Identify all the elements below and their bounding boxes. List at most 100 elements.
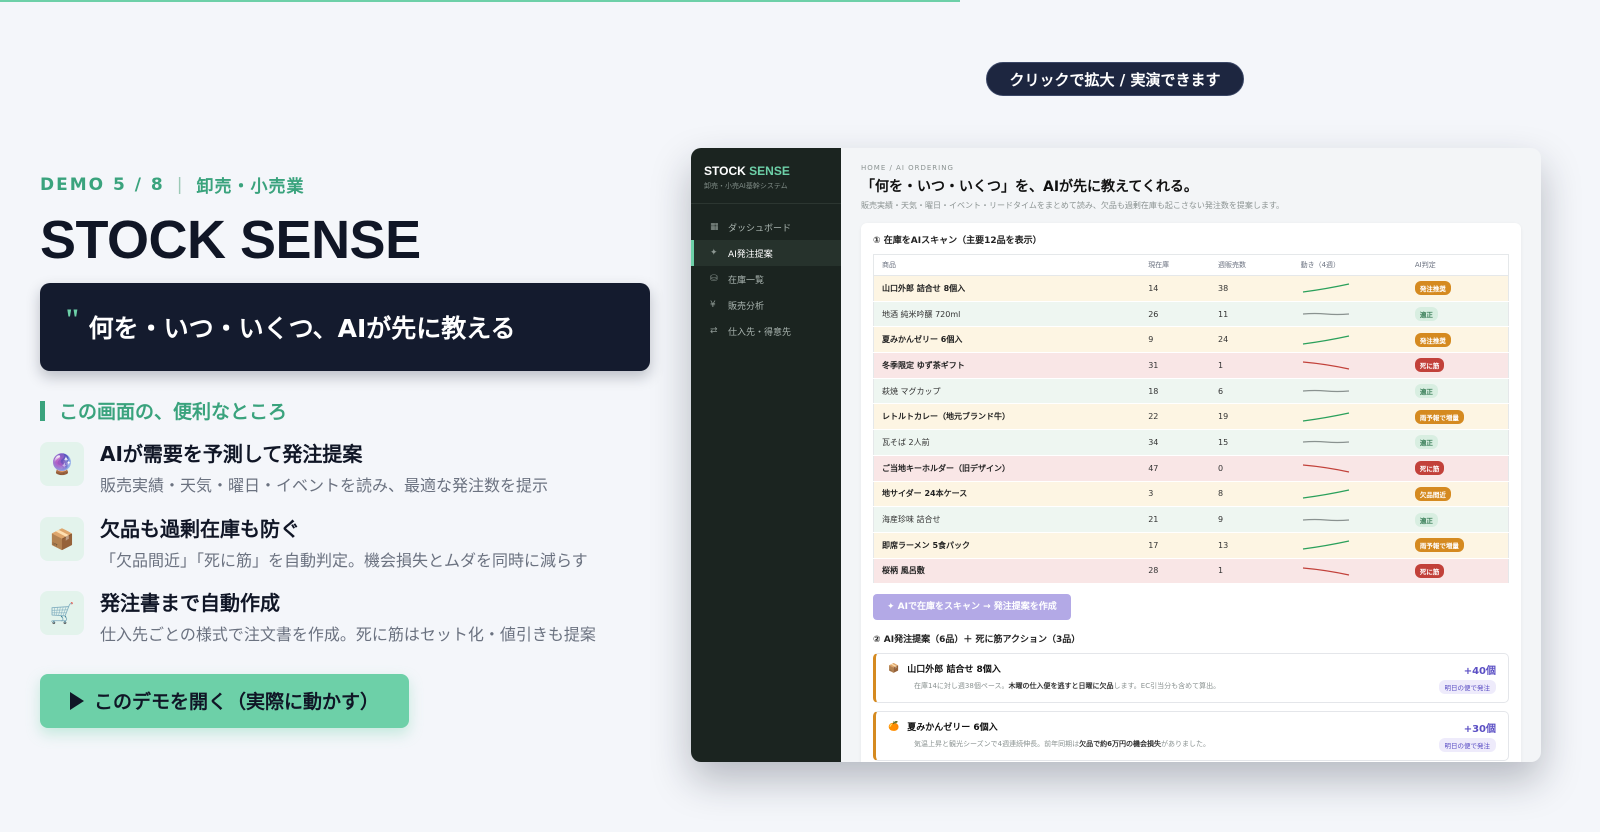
sparkline-path [1302, 335, 1349, 345]
proposal-card[interactable]: 📦 山口外郎 詰合せ 8個入在庫14に対し週38個ペース。木曜の仕入便を逃すと日曜… [873, 653, 1509, 704]
status-badge: 適正 [1414, 384, 1438, 399]
ai-verdict-cell: 適正 [1406, 429, 1509, 456]
stock-count: 21 [1140, 506, 1211, 533]
table-row[interactable]: 瓦そば 2人前 34 15 適正 [873, 429, 1509, 456]
stock-count: 28 [1140, 558, 1211, 585]
feature-desc: 販売実績・天気・曜日・イベントを読み、最適な発注数を提示 [100, 476, 549, 495]
status-badge: 発注推奨 [1414, 332, 1451, 347]
trend-cell [1292, 532, 1407, 559]
section-bar [40, 400, 45, 421]
trend-cell [1292, 275, 1407, 302]
table-row[interactable]: 即席ラーメン 5食パック 17 13 雨予報で増量 [873, 532, 1509, 559]
industry-category: 卸売・小売業 [196, 177, 305, 197]
intro-panel: DEMO 5 / 8 | 卸売・小売業 STOCK SENSE " 何を・いつ・… [40, 172, 650, 728]
product-name: 山口外郎 詰合せ 8個入 [873, 275, 1141, 302]
eyebrow-separator: | [176, 174, 185, 195]
product-name: 即席ラーメン 5食パック [873, 532, 1141, 559]
sparkline-path [1302, 412, 1349, 422]
sparkline-path [1302, 464, 1349, 473]
open-demo-button[interactable]: このデモを開く（実際に動かす） [40, 673, 410, 728]
sidebar-item[interactable]: ▦ ダッシュボード [691, 214, 841, 240]
weekly-sales: 19 [1210, 403, 1293, 431]
order-quantity: +30個 [1463, 724, 1496, 736]
sidebar-divider [691, 203, 841, 204]
feature-desc: 仕入先ごとの様式で注文書を作成。死に筋はセット化・値引きも提案 [100, 625, 596, 645]
ai-verdict-cell: 死に筋 [1406, 352, 1509, 379]
sidebar-item[interactable]: ⛁ 在庫一覧 [691, 266, 841, 292]
nav-icon: ⛁ [710, 274, 718, 284]
column-header: AI判定 [1406, 254, 1509, 276]
status-badge: 死に筋 [1414, 563, 1445, 578]
scan-card: ① 在庫をAIスキャン（主要12品を表示） 商品 現在庫 週販売数 動き（4週） AI判… [861, 223, 1521, 762]
nav-icon: ✦ [710, 248, 718, 258]
stock-count: 26 [1140, 301, 1211, 328]
play-icon [70, 691, 84, 710]
proposal-name-row: 📦 山口外郎 詰合せ 8個入 [888, 662, 1496, 676]
box-icon: 📦 [888, 663, 900, 674]
table-row[interactable]: ご当地キーホルダー（旧デザイン） 47 0 死に筋 [873, 455, 1509, 482]
trend-cell [1292, 481, 1407, 508]
table-row[interactable]: 地サイダー 24本ケース 3 8 欠品間近 [873, 481, 1509, 508]
crystal-ball-icon: 🔮 [40, 442, 84, 486]
ai-verdict-cell: 雨予報で増量 [1406, 532, 1509, 559]
sidebar-item-label: ダッシュボード [728, 223, 792, 234]
status-badge: 適正 [1414, 435, 1438, 450]
ai-verdict-cell: 発注推奨 [1406, 326, 1509, 354]
proposal-product: 夏みかんゼリー 6個入 [907, 723, 998, 734]
sparkline-path [1302, 389, 1349, 393]
section-title: この画面の、便利なところ [59, 401, 288, 423]
column-header: 現在庫 [1140, 254, 1211, 276]
ai-verdict-cell: 欠品間近 [1406, 481, 1509, 508]
weekly-sales: 8 [1210, 481, 1293, 508]
feature-item: 🔮 AIが需要を予測して発注提案 販売実績・天気・曜日・イベントを読み、最適な発注数… [40, 438, 650, 499]
weekly-sales: 0 [1210, 455, 1293, 482]
sidebar-item[interactable]: ⇄ 仕入先・得意先 [691, 318, 841, 344]
reason-text: 在庫14に対し週38個ペース。 [914, 682, 1009, 691]
table-row[interactable]: 冬季限定 ゆず茶ギフト 31 1 死に筋 [873, 352, 1509, 379]
table-row[interactable]: 萩焼 マグカップ 18 6 適正 [873, 378, 1509, 405]
table-row[interactable]: 海産珍味 詰合せ 21 9 適正 [873, 506, 1509, 533]
ai-verdict-cell: 死に筋 [1406, 455, 1509, 482]
sparkline-path [1302, 540, 1349, 550]
trend-cell [1292, 429, 1407, 456]
product-name: 桜柄 風呂敷 [873, 558, 1141, 585]
table-row[interactable]: 桜柄 風呂敷 28 1 死に筋 [873, 558, 1509, 585]
sparkline-path [1302, 441, 1349, 444]
table-row[interactable]: 夏みかんゼリー 6個入 9 24 発注推奨 [873, 326, 1509, 354]
proposal-reason: 在庫14に対し週38個ペース。木曜の仕入便を逃すと日曜に欠品します。EC引当分も… [888, 681, 1496, 691]
reason-text: がありました。 [1160, 740, 1210, 749]
feature-item: 🛒 発注書まで自動作成 仕入先ごとの様式で注文書を作成。死に筋はセット化・値引きも提… [40, 587, 650, 648]
table-row[interactable]: 地酒 純米吟醸 720ml 26 11 適正 [873, 301, 1509, 328]
stock-count: 14 [1140, 275, 1211, 302]
ai-scan-button[interactable]: ✦ AIで在庫をスキャン → 発注提案を作成 [873, 594, 1071, 621]
table-row[interactable]: 山口外郎 詰合せ 8個入 14 38 発注推奨 [873, 275, 1509, 302]
feature-text: 欠品も過剰在庫も防ぐ 「欠品間近」「死に筋」を自動判定。機会損失とムダを同時に減ら… [100, 513, 588, 574]
app-main: HOME / AI ORDERING 「何を・いつ・いくつ」を、AIが先に教えて… [841, 148, 1541, 762]
open-demo-label: このデモを開く（実際に動かす） [94, 691, 380, 714]
feature-text: AIが需要を予測して発注提案 販売実績・天気・曜日・イベントを読み、最適な発注数を… [100, 438, 548, 499]
sparkline-path [1302, 518, 1349, 521]
breadcrumb: HOME / AI ORDERING [861, 164, 954, 172]
feature-text: 発注書まで自動作成 仕入先ごとの様式で注文書を作成。死に筋はセット化・値引きも提案 [100, 587, 596, 648]
table-row[interactable]: レトルトカレー（地元ブランド牛） 22 19 雨予報で増量 [873, 403, 1509, 431]
sidebar-item[interactable]: ¥ 販売分析 [691, 292, 841, 318]
app-preview[interactable]: STOCK SENSE 卸売・小売AI基幹システム ▦ ダッシュボード ✦ AI発注提… [691, 148, 1541, 762]
table-header: 商品 現在庫 週販売数 動き（4週） AI判定 [873, 254, 1509, 276]
order-timing-tag: 明日の便で発注 [1438, 738, 1496, 753]
sidebar-item-label: 仕入先・得意先 [728, 327, 792, 338]
trend-sparkline-up [1302, 283, 1349, 293]
ai-verdict-cell: 発注推奨 [1406, 275, 1509, 302]
trend-sparkline-up [1302, 540, 1349, 550]
sidebar-item-label: AI発注提案 [728, 249, 773, 260]
weekly-sales: 38 [1210, 275, 1293, 302]
proposal-card[interactable]: 🍊 夏みかんゼリー 6個入 気温上昇と観光シーズンで4週連続伸長。前年同期は欠品で約… [873, 711, 1509, 762]
reason-highlight: 木曜の仕入便を逃すと日曜に欠品 [1008, 682, 1114, 691]
sidebar-item[interactable]: ✦ AI発注提案 [691, 240, 841, 266]
trend-cell [1292, 403, 1407, 431]
status-badge: 欠品間近 [1414, 486, 1451, 501]
trend-cell [1292, 378, 1407, 405]
nav-icon: ¥ [710, 300, 716, 310]
product-name: 冬季限定 ゆず茶ギフト [873, 352, 1141, 379]
nav-icon: ▦ [710, 222, 719, 232]
feature-list: 🔮 AIが需要を予測して発注提案 販売実績・天気・曜日・イベントを読み、最適な発注数… [40, 438, 650, 648]
